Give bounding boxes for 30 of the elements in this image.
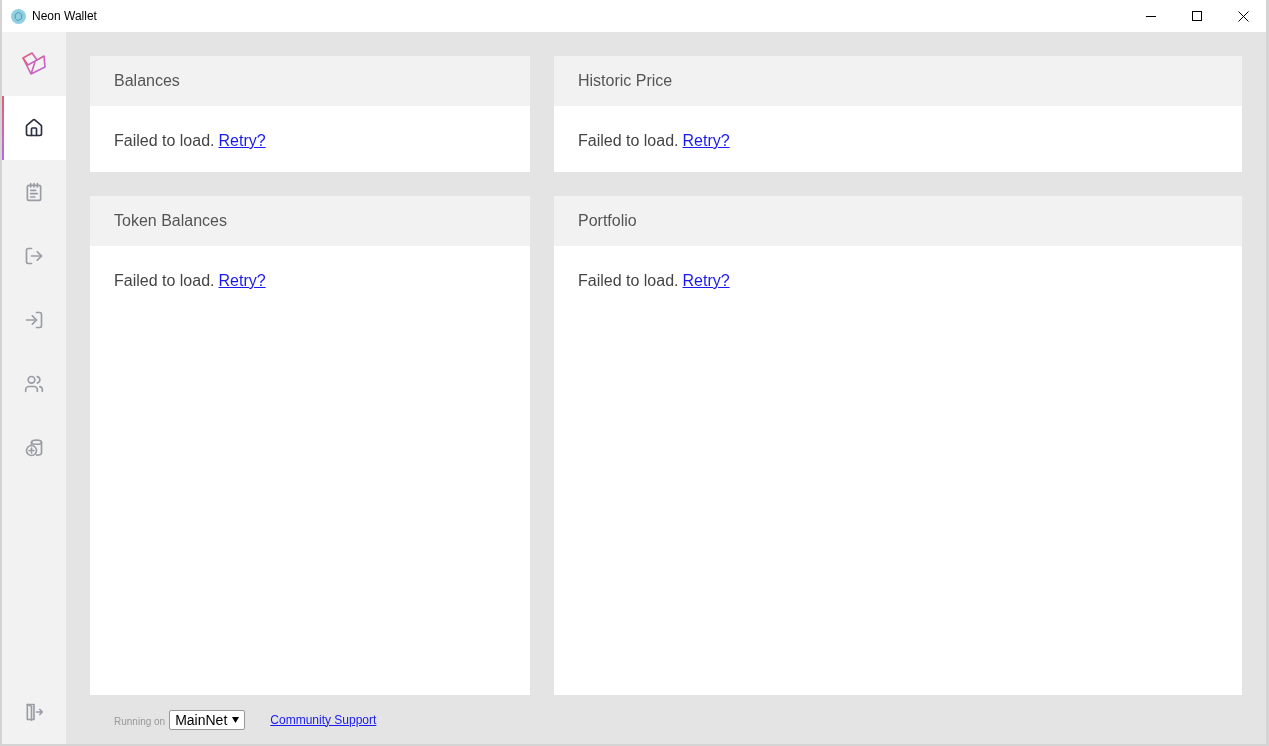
network-select[interactable]: MainNet	[169, 709, 246, 730]
caret-icon	[232, 716, 240, 723]
panel-title: Balances	[114, 71, 180, 91]
users-icon	[24, 374, 44, 394]
logout-icon	[24, 246, 44, 266]
coins-plus-icon	[24, 438, 44, 458]
maximize-icon	[1192, 11, 1202, 21]
error-message: Failed to load.	[578, 271, 679, 291]
error-message: Failed to load.	[114, 271, 215, 291]
house-icon	[24, 118, 44, 138]
window-title: Neon Wallet	[32, 8, 97, 25]
community-support-link[interactable]: Community Support	[270, 710, 377, 729]
close-icon	[1237, 10, 1249, 22]
door-exit-icon	[24, 702, 44, 722]
sidebar-nav-item[interactable]	[2, 96, 66, 160]
error-message: Failed to load.	[578, 131, 679, 151]
retry-link[interactable]: Retry?	[218, 129, 266, 153]
error-message: Failed to load.	[114, 131, 215, 151]
app-logo-icon	[11, 8, 26, 24]
panel-title: Portfolio	[578, 211, 637, 231]
network-label: Running on	[114, 715, 166, 729]
panel-title: Token Balances	[114, 211, 227, 231]
retry-link[interactable]: Retry?	[682, 129, 730, 153]
minimize-icon	[1146, 15, 1156, 17]
retry-link[interactable]: Retry?	[682, 269, 730, 293]
notepad-icon	[24, 182, 44, 202]
panel-title: Historic Price	[578, 71, 673, 91]
retry-link[interactable]: Retry?	[218, 269, 266, 293]
login-icon	[24, 310, 44, 330]
cube-logo-icon	[22, 52, 46, 76]
